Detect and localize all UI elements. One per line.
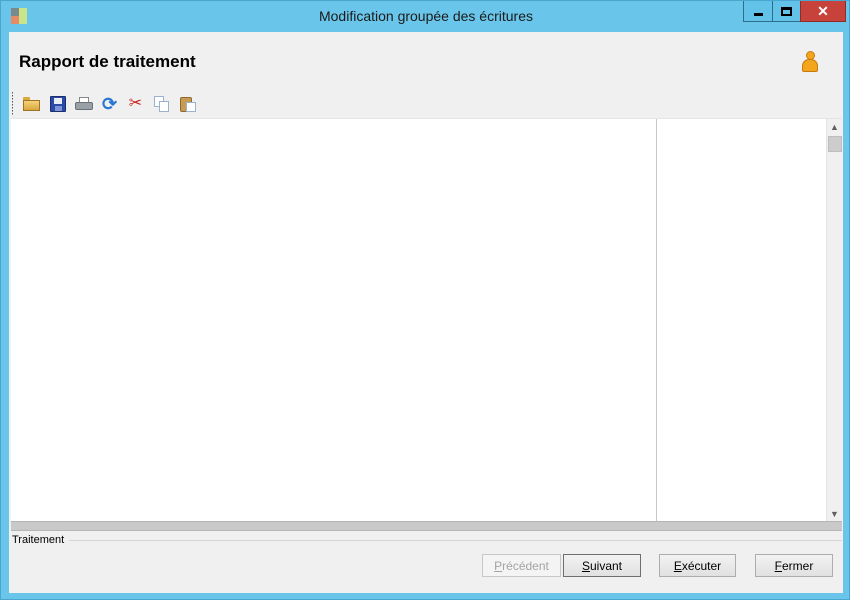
chevron-up-icon: ▲ <box>830 122 839 132</box>
user-icon[interactable] <box>801 51 819 73</box>
refresh-button[interactable]: ⟳ <box>98 93 121 115</box>
close-window-button[interactable]: ✕ <box>800 1 846 22</box>
report-panel: ▲ ▼ <box>11 118 842 522</box>
copy-icon <box>153 96 170 112</box>
horizontal-scrollbar[interactable] <box>11 521 842 531</box>
refresh-icon: ⟳ <box>101 94 118 114</box>
paste-button[interactable] <box>176 93 199 115</box>
execute-label: xécuter <box>681 558 722 573</box>
close-label: ermer <box>782 558 814 573</box>
scroll-up-button[interactable]: ▲ <box>827 119 842 135</box>
cut-icon: ✂ <box>128 95 143 112</box>
page-title: Rapport de traitement <box>19 52 196 71</box>
title-bar[interactable]: Modification groupée des écritures ✕ <box>1 1 849 31</box>
panel-splitter[interactable] <box>656 119 657 522</box>
toolbar: ⟳ ✂ <box>11 91 211 117</box>
next-button[interactable]: Suivant <box>563 554 641 577</box>
vertical-scrollbar[interactable]: ▲ ▼ <box>826 119 842 522</box>
execute-mnemonic: E <box>673 558 682 573</box>
minimize-button[interactable] <box>743 1 773 22</box>
previous-label: récédent <box>502 558 549 573</box>
open-button[interactable] <box>20 93 43 115</box>
save-button[interactable] <box>46 93 69 115</box>
chevron-down-icon: ▼ <box>830 509 839 519</box>
window-title: Modification groupée des écritures <box>318 8 533 24</box>
app-window: Modification groupée des écritures ✕ Rap… <box>0 0 850 600</box>
execute-button[interactable]: Exécuter <box>659 554 736 577</box>
previous-button[interactable]: Précédent <box>482 554 561 577</box>
copy-button[interactable] <box>150 93 173 115</box>
toolbar-grip[interactable] <box>11 92 14 116</box>
client-area: Rapport de traitement ⟳ ✂ ▲ ▼ Traitement… <box>9 32 843 593</box>
minimize-icon <box>753 12 763 16</box>
close-mnemonic: F <box>774 558 782 573</box>
processing-group-label: Traitement <box>12 534 67 546</box>
maximize-button[interactable] <box>772 1 801 22</box>
folder-icon <box>23 97 40 111</box>
previous-mnemonic: P <box>494 558 503 573</box>
close-icon: ✕ <box>817 3 829 19</box>
scrollbar-thumb[interactable] <box>828 136 842 152</box>
cut-button[interactable]: ✂ <box>124 93 147 115</box>
print-button[interactable] <box>72 93 95 115</box>
maximize-icon <box>781 6 792 16</box>
paste-icon <box>179 96 196 112</box>
next-label: uivant <box>589 558 623 573</box>
scroll-down-button[interactable]: ▼ <box>827 506 842 522</box>
save-icon <box>49 96 66 112</box>
print-icon <box>74 96 93 112</box>
close-button[interactable]: Fermer <box>755 554 833 577</box>
group-divider <box>69 540 842 541</box>
next-mnemonic: S <box>581 558 590 573</box>
